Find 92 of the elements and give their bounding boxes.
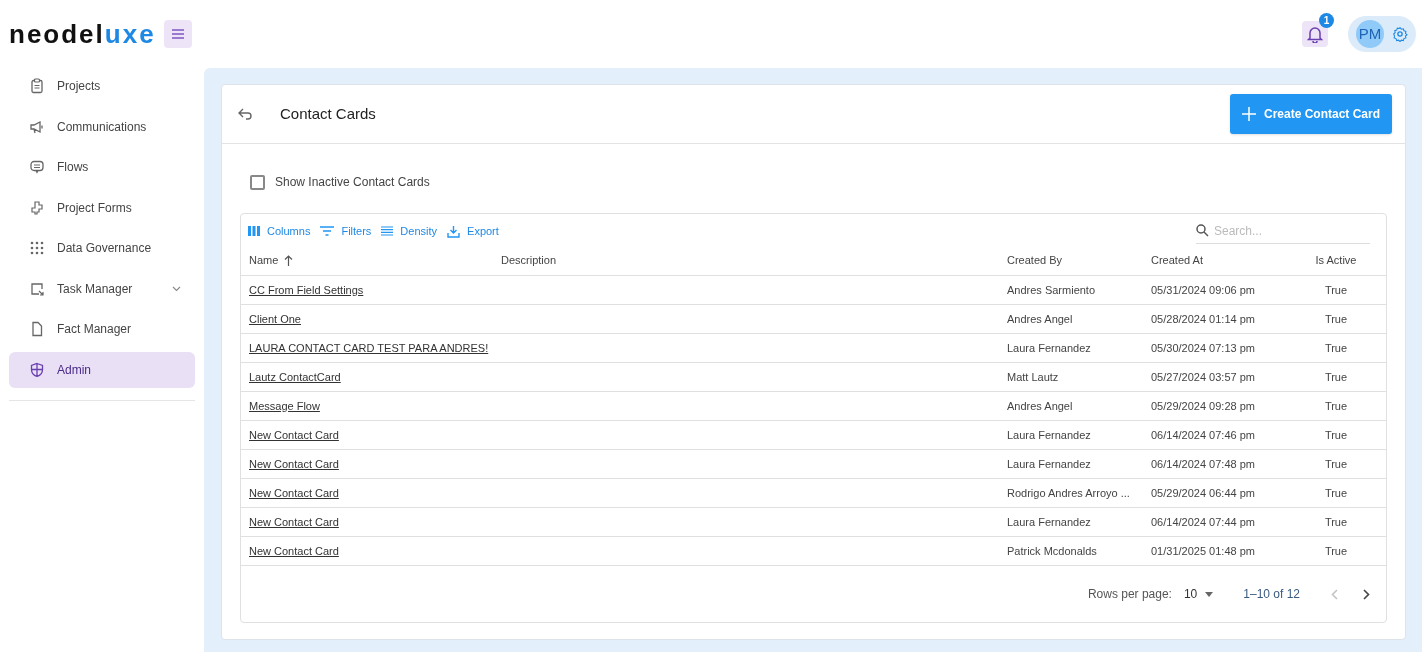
table-cell: 05/29/2024 06:44 pm xyxy=(1151,486,1255,499)
table-cell: 06/14/2024 07:48 pm xyxy=(1151,457,1255,470)
table-cell: True xyxy=(1324,283,1348,296)
table-cell: Andres Angel xyxy=(1007,312,1073,325)
table-cell: 06/14/2024 07:46 pm xyxy=(1151,428,1255,441)
table-cell: 06/14/2024 07:44 pm xyxy=(1151,515,1255,528)
chevron-left-icon xyxy=(1330,588,1338,600)
avatar: PM xyxy=(1356,20,1384,48)
contact-card-link[interactable]: New Contact Card xyxy=(249,457,339,470)
sidebar-item[interactable]: Task Manager xyxy=(9,270,195,307)
table-cell: True xyxy=(1324,341,1348,354)
table-cell: True xyxy=(1324,486,1348,499)
toolbar-button[interactable]: Columns xyxy=(247,222,312,240)
page-range: 1–10 of 12 xyxy=(1243,586,1300,603)
table-cell: 05/29/2024 09:28 pm xyxy=(1151,399,1255,412)
density-icon xyxy=(381,226,394,236)
checkbox-label: Show Inactive Contact Cards xyxy=(275,174,430,191)
page-title: Contact Cards xyxy=(280,103,376,124)
return-arrow-icon xyxy=(237,108,253,120)
table-cell: True xyxy=(1324,457,1348,470)
clipboard-icon xyxy=(29,78,45,94)
contact-card-link[interactable]: Lautz ContactCard xyxy=(249,370,341,383)
toolbar-button[interactable]: Export xyxy=(446,222,500,240)
dot-grid-icon xyxy=(29,240,45,256)
column-header[interactable]: Description xyxy=(501,252,557,269)
table-cell: 05/27/2024 03:57 pm xyxy=(1151,370,1255,383)
table-cell: Laura Fernandez xyxy=(1007,515,1091,528)
rows-per-page-select[interactable]: 10 xyxy=(1183,585,1214,603)
contact-card-link[interactable]: Message Flow xyxy=(249,399,320,412)
table-cell: 05/30/2024 07:13 pm xyxy=(1151,341,1255,354)
table-cell: True xyxy=(1324,312,1348,325)
table-cell: 01/31/2025 01:48 pm xyxy=(1151,544,1255,557)
contact-card-link[interactable]: New Contact Card xyxy=(249,544,339,557)
checkbox[interactable] xyxy=(250,174,265,190)
table-cell: 05/28/2024 01:14 pm xyxy=(1151,312,1255,325)
chevron-down-icon xyxy=(172,285,181,292)
toolbar-button[interactable]: Density xyxy=(380,222,439,240)
sort-up-arrow-icon xyxy=(284,255,294,266)
settings-icon xyxy=(1392,26,1408,42)
column-header[interactable]: Is Active xyxy=(1315,252,1357,269)
menu-button[interactable] xyxy=(163,20,192,48)
table-cell: True xyxy=(1324,428,1348,441)
download-icon xyxy=(447,224,461,238)
contact-card-link[interactable]: LAURA CONTACT CARD TEST PARA ANDRES! xyxy=(249,341,489,354)
column-header[interactable]: Created By xyxy=(1007,252,1063,269)
sidebar-item[interactable]: Data Governance xyxy=(9,230,195,266)
contact-card-link[interactable]: New Contact Card xyxy=(249,428,339,441)
contact-card-link[interactable]: CC From Field Settings xyxy=(249,283,364,296)
notification-count-badge: 1 xyxy=(1319,13,1334,28)
puzzle-piece-icon xyxy=(29,199,45,216)
contact-card-link[interactable]: Client One xyxy=(249,312,301,325)
table-cell: Patrick Mcdonalds xyxy=(1007,544,1097,557)
sidebar-item[interactable]: Fact Manager xyxy=(9,311,195,347)
shield-icon xyxy=(29,361,45,378)
table-cell: Andres Sarmiento xyxy=(1007,283,1096,296)
table-cell: 05/31/2024 09:06 pm xyxy=(1151,283,1255,296)
table-cell: True xyxy=(1324,515,1348,528)
chat-bubble-icon xyxy=(29,159,45,175)
plus-icon xyxy=(1241,107,1256,121)
table-cell: True xyxy=(1324,544,1348,557)
table-cell: Laura Fernandez xyxy=(1007,457,1091,470)
contact-card-link[interactable]: New Contact Card xyxy=(249,486,339,499)
column-header[interactable]: Name xyxy=(249,252,279,269)
table-cell: True xyxy=(1324,399,1348,412)
bell-icon xyxy=(1307,25,1323,43)
toolbar-button[interactable]: Filters xyxy=(319,222,373,240)
search-icon xyxy=(1196,224,1209,237)
table-cell: Matt Lautz xyxy=(1007,370,1059,383)
search-field[interactable]: Search... xyxy=(1196,218,1370,244)
logo: neodeluxe xyxy=(9,21,156,47)
window-arrow-icon xyxy=(29,280,45,297)
table-cell: True xyxy=(1324,370,1348,383)
search-input: Search... xyxy=(1214,221,1364,240)
column-header[interactable]: Created At xyxy=(1151,252,1203,269)
contact-card-link[interactable]: New Contact Card xyxy=(249,515,339,528)
menu-icon xyxy=(170,28,185,40)
table-cell: Laura Fernandez xyxy=(1007,428,1091,441)
megaphone-icon xyxy=(29,118,45,135)
sidebar-item[interactable]: Project Forms xyxy=(9,189,195,226)
table-cell: Andres Angel xyxy=(1007,399,1073,412)
sidebar-item[interactable]: Projects xyxy=(9,68,195,104)
table-cell: Rodrigo Andres Arroyo ... xyxy=(1007,486,1130,499)
sidebar-item[interactable]: Admin xyxy=(9,351,195,388)
document-icon xyxy=(29,321,45,337)
sidebar-item[interactable]: Communications xyxy=(9,108,195,145)
filter-icon xyxy=(320,226,335,236)
sidebar-item[interactable]: Flows xyxy=(9,149,195,185)
dropdown-caret-icon xyxy=(1205,591,1214,597)
chevron-right-icon xyxy=(1362,588,1370,600)
table-cell: Laura Fernandez xyxy=(1007,341,1091,354)
rows-per-page-label: Rows per page: xyxy=(1087,586,1172,603)
columns-icon xyxy=(248,226,260,236)
